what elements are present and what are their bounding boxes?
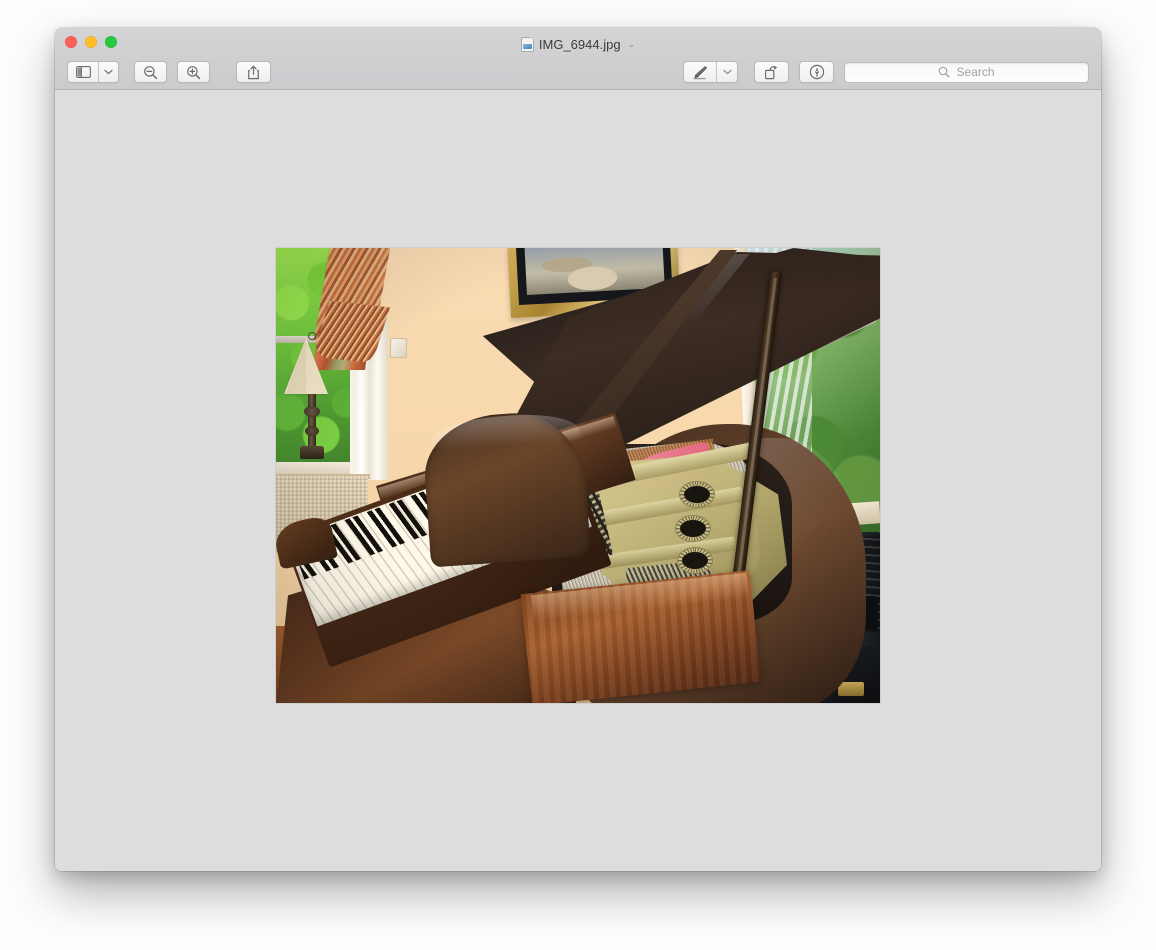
sidebar-icon — [75, 66, 91, 78]
preview-window: IMG_6944.jpg ⌄ Search — [55, 28, 1101, 871]
share-button[interactable] — [236, 61, 271, 83]
image-canvas[interactable] — [55, 90, 1101, 871]
plate-hole-1 — [680, 482, 714, 507]
chevron-down-icon — [722, 69, 732, 75]
displayed-image[interactable] — [276, 248, 880, 703]
search-placeholder: Search — [956, 65, 995, 79]
window-titlebar[interactable]: IMG_6944.jpg ⌄ Search — [55, 28, 1101, 90]
marker-pen-icon — [693, 65, 707, 79]
traffic-light-controls[interactable] — [65, 36, 117, 48]
search-icon — [939, 66, 950, 78]
plate-hole-3 — [678, 548, 712, 573]
light-switch-plate — [389, 337, 408, 359]
desktop-background: IMG_6944.jpg ⌄ Search — [0, 0, 1156, 950]
window-title-text: IMG_6944.jpg — [538, 36, 621, 52]
share-icon — [248, 65, 259, 79]
magnifier-plus-icon — [187, 65, 201, 79]
sidebar-dropdown-button[interactable] — [98, 62, 118, 82]
chevron-down-icon — [104, 69, 113, 75]
rotate-left-icon — [764, 65, 777, 79]
sidebar-toggle-group[interactable] — [67, 61, 119, 83]
search-field[interactable]: Search — [844, 61, 1089, 83]
markup-dropdown-button[interactable] — [716, 62, 737, 82]
rotate-button[interactable] — [754, 61, 789, 83]
window-title: IMG_6944.jpg ⌄ — [55, 34, 1101, 54]
zoom-in-group[interactable] — [177, 61, 210, 83]
title-chevron-down-icon[interactable]: ⌄ — [628, 39, 636, 50]
toolbar: Search — [55, 54, 1101, 90]
toolbar-right-group: Search — [683, 61, 1101, 83]
magnifier-minus-icon — [144, 65, 158, 79]
suitcase-brass-latch — [838, 682, 864, 696]
zoom-controls-group[interactable] — [134, 61, 167, 83]
plate-hole-2 — [676, 516, 710, 541]
pen-nib-circle-icon — [809, 64, 824, 80]
lamp-shade-shadow — [286, 338, 306, 394]
lamp-neck — [308, 394, 316, 450]
lamp-base — [300, 446, 324, 459]
markup-pen-button[interactable] — [684, 62, 716, 82]
picture-artwork — [524, 248, 665, 295]
close-button[interactable] — [65, 36, 77, 48]
zoom-button[interactable] — [105, 36, 117, 48]
toolbar-left-group — [55, 61, 271, 83]
jpeg-document-icon — [520, 36, 534, 52]
zoom-out-button[interactable] — [135, 62, 166, 82]
lamp-knob-lower — [305, 426, 319, 436]
zoom-in-button[interactable] — [178, 62, 209, 82]
lamp-finial — [308, 332, 316, 340]
sidebar-toggle-button[interactable] — [68, 62, 98, 82]
minimize-button[interactable] — [85, 36, 97, 48]
annotate-button[interactable] — [799, 61, 834, 83]
markup-pen-group[interactable] — [683, 61, 738, 83]
lamp-knob-upper — [304, 406, 320, 417]
